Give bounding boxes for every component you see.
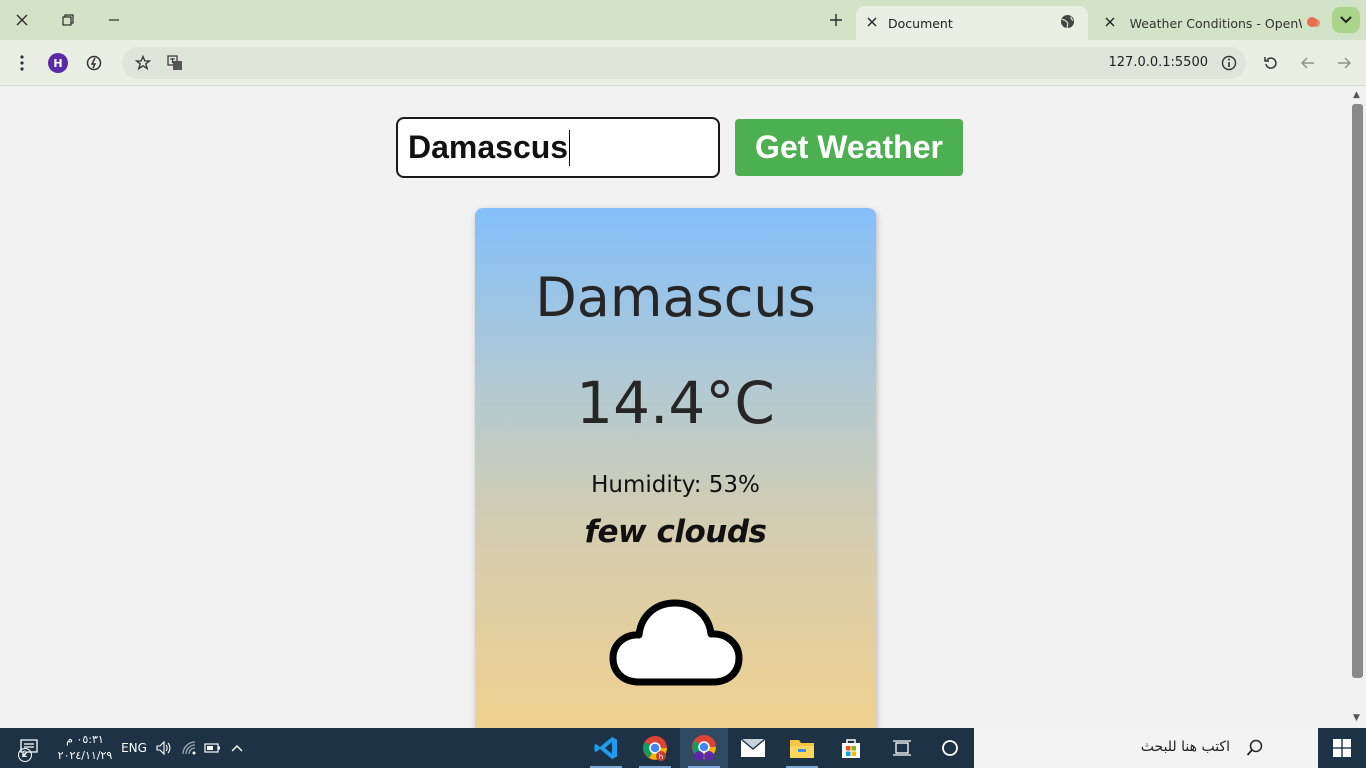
volume-icon	[156, 740, 171, 756]
taskbar-app-chrome-profile-2[interactable]	[680, 728, 728, 768]
tab-weather-conditions[interactable]: Weather Conditions - OpenWea	[1096, 6, 1322, 40]
clock[interactable]: ٠٥:٣١ م ٢٠٢٤/١١/٢٩	[52, 728, 118, 768]
translate-button[interactable]	[162, 50, 188, 76]
file-explorer-icon	[790, 740, 814, 758]
action-center-button[interactable]	[14, 728, 44, 768]
bookmark-button[interactable]	[130, 50, 156, 76]
windows-taskbar: 1 ٠٥:٣١ م ٢٠٢٤/١١/٢٩ ENG h اكتب هنا للبح…	[0, 728, 1366, 768]
globe-icon	[1060, 14, 1075, 32]
openweather-favicon-icon	[1306, 15, 1322, 32]
chevron-down-icon	[1340, 16, 1352, 24]
battery-button[interactable]	[202, 728, 224, 768]
menu-button[interactable]	[9, 50, 35, 76]
tab-close-button[interactable]	[1102, 16, 1118, 31]
clock-date: ٢٠٢٤/١١/٢٩	[57, 749, 113, 762]
close-icon	[867, 17, 877, 26]
page-content: Damascus Get Weather Damascus 14.4°C Hum…	[0, 87, 1350, 728]
windows-logo-icon	[1333, 739, 1351, 757]
more-vertical-icon	[20, 55, 24, 71]
get-weather-button[interactable]: Get Weather	[735, 119, 963, 176]
back-button[interactable]	[1295, 50, 1321, 76]
cloud-icon	[609, 599, 743, 686]
tab-title: Weather Conditions - OpenWea	[1129, 15, 1302, 31]
notification-count: 1	[18, 748, 32, 762]
battery-icon	[204, 743, 220, 753]
store-icon	[842, 739, 860, 758]
card-temperature: 14.4°C	[576, 369, 775, 437]
close-icon	[1105, 17, 1115, 26]
vscode-icon	[594, 737, 617, 759]
performance-button[interactable]	[81, 50, 107, 76]
taskbar-app-file-explorer[interactable]	[778, 728, 826, 768]
taskbar-app-vscode[interactable]	[582, 728, 630, 768]
tab-title: Document	[888, 15, 953, 31]
taskbar-app-store[interactable]	[827, 728, 875, 768]
address-bar[interactable]: 127.0.0.1:5500	[122, 47, 1246, 79]
text-caret	[569, 129, 571, 166]
close-window-button[interactable]	[8, 6, 36, 34]
browser-toolbar: H 127.0.0.1:5500	[0, 40, 1366, 86]
close-icon	[16, 14, 28, 26]
cortana-icon	[942, 740, 958, 756]
search-icon	[1246, 739, 1264, 761]
info-icon	[1221, 55, 1237, 71]
forward-button[interactable]	[1331, 50, 1357, 76]
restore-window-button[interactable]	[54, 6, 82, 34]
taskbar-search-box[interactable]: اكتب هنا للبحث	[974, 728, 1318, 768]
restore-icon	[62, 14, 74, 26]
taskbar-app-chrome-profile-1[interactable]: h	[631, 728, 679, 768]
tab-close-button[interactable]	[864, 16, 880, 31]
profile-avatar[interactable]: H	[48, 53, 68, 73]
scroll-up-arrow-icon[interactable]: ▲	[1353, 90, 1360, 100]
search-placeholder: اكتب هنا للبحث	[1140, 739, 1230, 755]
minimize-icon	[109, 19, 119, 21]
weather-card: Damascus 14.4°C Humidity: 53% few clouds	[475, 208, 876, 728]
svg-text:h: h	[659, 753, 663, 761]
card-description: few clouds	[584, 514, 767, 550]
start-button[interactable]	[1318, 728, 1366, 768]
tab-document[interactable]: Document	[856, 6, 1088, 40]
reload-icon	[1264, 57, 1277, 69]
new-tab-button[interactable]	[822, 6, 850, 34]
tab-search-button[interactable]	[1332, 7, 1360, 33]
volume-button[interactable]	[152, 728, 174, 768]
language-indicator[interactable]: ENG	[120, 728, 148, 768]
url-text: 127.0.0.1:5500	[1108, 55, 1209, 70]
taskbar-task-view-button[interactable]	[878, 728, 926, 768]
wifi-icon	[182, 741, 196, 755]
show-hidden-icons-button[interactable]	[226, 728, 248, 768]
card-humidity: Humidity: 53%	[591, 472, 760, 498]
taskbar-app-mail[interactable]	[729, 728, 777, 768]
tab-bar: Document Weather Conditions - OpenWea	[0, 0, 1366, 40]
arrow-left-icon	[1301, 57, 1314, 69]
reload-button[interactable]	[1258, 50, 1284, 76]
chevron-up-icon	[231, 745, 243, 752]
taskbar-cortana-button[interactable]	[926, 728, 974, 768]
chrome-profile-hh-icon	[692, 735, 716, 761]
clock-time: ٠٥:٣١ م	[66, 733, 104, 746]
chrome-profile-h-icon: h	[643, 736, 667, 761]
city-search-input[interactable]: Damascus	[396, 117, 720, 178]
city-search-value: Damascus	[408, 129, 569, 165]
card-city-name: Damascus	[535, 266, 816, 329]
network-button[interactable]	[178, 728, 200, 768]
scroll-down-arrow-icon[interactable]: ▼	[1353, 713, 1360, 723]
site-info-button[interactable]	[1216, 50, 1242, 76]
translate-icon	[167, 55, 182, 70]
page-scrollbar[interactable]: ▲ ▼	[1350, 87, 1366, 728]
mail-icon	[740, 738, 766, 757]
performance-icon	[86, 55, 102, 71]
scrollbar-thumb[interactable]	[1352, 104, 1363, 678]
task-view-icon	[893, 740, 911, 756]
plus-icon	[830, 14, 842, 26]
star-icon	[135, 55, 151, 71]
arrow-right-icon	[1338, 57, 1351, 69]
minimize-window-button[interactable]	[100, 6, 128, 34]
